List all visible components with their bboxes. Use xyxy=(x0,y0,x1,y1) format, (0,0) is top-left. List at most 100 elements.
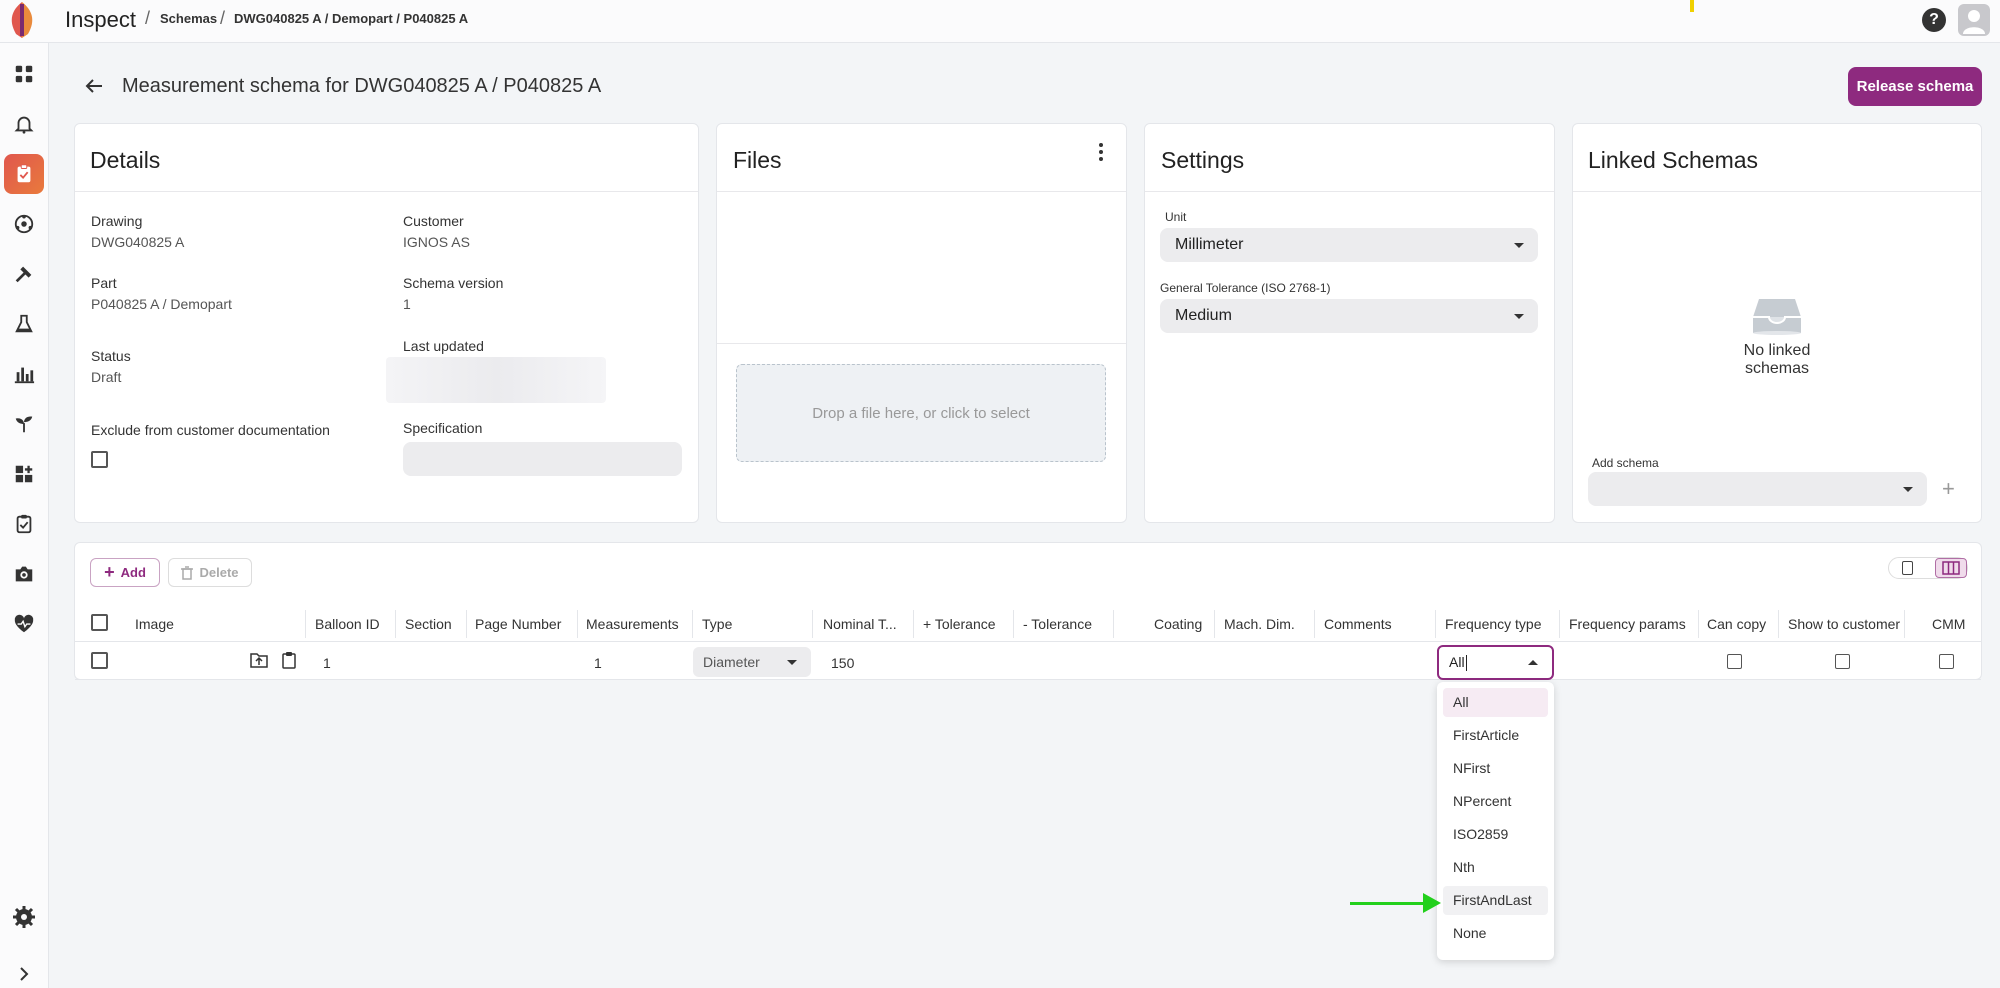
breadcrumb-current[interactable]: DWG040825 A / Demopart / P040825 A xyxy=(234,11,468,26)
column-header-balloon-id[interactable]: Balloon ID xyxy=(315,616,380,632)
files-card: Files xyxy=(716,123,1127,523)
unit-select[interactable]: Millimeter xyxy=(1160,228,1538,262)
unit-value: Millimeter xyxy=(1175,236,1244,253)
sidebar-item-health[interactable] xyxy=(4,604,44,644)
frequency-option-firstandlast[interactable]: FirstAndLast xyxy=(1443,886,1548,915)
exclude-checkbox[interactable] xyxy=(91,451,108,468)
delete-button-label: Delete xyxy=(199,565,239,580)
column-header-mach-dim[interactable]: Mach. Dim. xyxy=(1224,616,1295,632)
frequency-type-input[interactable]: All xyxy=(1437,645,1554,680)
sidebar-item-inspect[interactable] xyxy=(4,154,44,194)
app-logo-icon[interactable] xyxy=(2,0,42,40)
select-all-checkbox[interactable] xyxy=(91,614,108,631)
column-header-type[interactable]: Type xyxy=(702,616,732,632)
column-separator xyxy=(466,610,467,638)
heart-pulse-icon xyxy=(14,614,34,633)
delete-button[interactable]: Delete xyxy=(168,558,252,587)
dropdown-caret-up-icon xyxy=(1528,660,1538,665)
column-separator xyxy=(577,610,578,638)
linked-schemas-title: Linked Schemas xyxy=(1588,147,1759,173)
sidebar-item-camera[interactable] xyxy=(4,554,44,594)
tolerance-select[interactable]: Medium xyxy=(1160,299,1538,333)
show-to-customer-checkbox[interactable] xyxy=(1835,654,1850,669)
breadcrumb-schemas[interactable]: Schemas xyxy=(160,11,217,26)
column-header-show-to-customer[interactable]: Show to customer xyxy=(1788,616,1900,632)
frequency-option-all[interactable]: All xyxy=(1443,688,1548,717)
column-header-plus-tolerance[interactable]: + Tolerance xyxy=(923,616,996,632)
frequency-option-none[interactable]: None xyxy=(1443,919,1548,948)
column-header-nominal[interactable]: Nominal T... xyxy=(823,616,897,632)
dropdown-caret-icon xyxy=(1903,487,1913,492)
balloon-id-cell[interactable]: 1 xyxy=(323,655,331,671)
column-header-frequency-type[interactable]: Frequency type xyxy=(1445,616,1542,632)
chevron-right-icon[interactable] xyxy=(12,962,36,986)
breadcrumb-separator: / xyxy=(145,8,151,28)
column-header-cmm[interactable]: CMM xyxy=(1932,616,1965,632)
column-separator xyxy=(1778,610,1779,638)
column-view-icon[interactable] xyxy=(1935,558,1967,578)
frequency-option-nfirst[interactable]: NFirst xyxy=(1443,754,1548,783)
measurements-cell[interactable]: 1 xyxy=(594,655,602,671)
column-separator xyxy=(1698,610,1699,638)
more-vertical-icon[interactable] xyxy=(1098,142,1104,162)
column-header-page-number[interactable]: Page Number xyxy=(475,616,561,632)
avatar[interactable] xyxy=(1958,4,1990,36)
column-header-coating[interactable]: Coating xyxy=(1154,616,1202,632)
row-divider xyxy=(75,679,1981,680)
upload-folder-icon[interactable] xyxy=(250,652,268,668)
nominal-cell[interactable]: 150 xyxy=(831,655,854,671)
column-header-comments[interactable]: Comments xyxy=(1324,616,1392,632)
column-header-measurements[interactable]: Measurements xyxy=(586,616,679,632)
can-copy-checkbox[interactable] xyxy=(1727,654,1742,669)
breadcrumb-separator: / xyxy=(220,8,226,28)
file-dropzone[interactable]: Drop a file here, or click to select xyxy=(736,364,1106,462)
frequency-option-iso2859[interactable]: ISO2859 xyxy=(1443,820,1548,849)
column-separator xyxy=(1214,610,1215,638)
divider xyxy=(75,191,698,192)
sidebar-item-analytics[interactable] xyxy=(4,354,44,394)
sidebar-item-tools[interactable] xyxy=(4,254,44,294)
column-header-minus-tolerance[interactable]: - Tolerance xyxy=(1023,616,1092,632)
indicator-mark xyxy=(1690,0,1694,12)
gear-icon[interactable] xyxy=(12,905,36,929)
cmm-checkbox[interactable] xyxy=(1939,654,1954,669)
sidebar-item-checklists[interactable] xyxy=(4,504,44,544)
part-label: Part xyxy=(91,275,117,291)
sidebar-item-lab[interactable] xyxy=(4,304,44,344)
add-schema-label: Add schema xyxy=(1592,456,1659,470)
sidebar-item-network[interactable] xyxy=(4,204,44,244)
sprout-icon xyxy=(15,416,33,433)
tolerance-value: Medium xyxy=(1175,307,1232,324)
add-button[interactable]: + Add xyxy=(90,558,160,587)
column-header-section[interactable]: Section xyxy=(405,616,452,632)
frequency-option-firstarticle[interactable]: FirstArticle xyxy=(1443,721,1548,750)
sidebar-item-add-widget[interactable] xyxy=(4,454,44,494)
type-select[interactable]: Diameter xyxy=(693,647,811,677)
network-icon xyxy=(14,214,34,234)
release-schema-button[interactable]: Release schema xyxy=(1848,67,1982,106)
column-header-image[interactable]: Image xyxy=(135,616,174,632)
sidebar-item-dashboard[interactable] xyxy=(4,54,44,94)
inbox-empty-icon xyxy=(1753,299,1801,335)
status-label: Status xyxy=(91,348,131,364)
column-header-can-copy[interactable]: Can copy xyxy=(1707,616,1766,632)
last-updated-value-redacted xyxy=(386,357,606,403)
specification-input[interactable] xyxy=(403,442,682,476)
row-checkbox[interactable] xyxy=(91,652,108,669)
single-view-icon[interactable] xyxy=(1902,561,1913,575)
sidebar-item-sustainability[interactable] xyxy=(4,404,44,444)
paste-icon[interactable] xyxy=(281,651,297,669)
frequency-option-npercent[interactable]: NPercent xyxy=(1443,787,1548,816)
help-icon[interactable]: ? xyxy=(1922,8,1946,32)
divider xyxy=(1573,191,1981,192)
frequency-type-value: All xyxy=(1449,654,1465,670)
frequency-option-nth[interactable]: Nth xyxy=(1443,853,1548,882)
add-schema-select[interactable] xyxy=(1588,472,1927,506)
column-separator xyxy=(1435,610,1436,638)
back-arrow-icon[interactable] xyxy=(82,74,106,98)
plus-icon[interactable]: + xyxy=(1942,476,1955,502)
plus-icon: + xyxy=(104,562,115,582)
sidebar-item-notifications[interactable] xyxy=(4,104,44,144)
column-header-frequency-params[interactable]: Frequency params xyxy=(1569,616,1686,632)
app-title: Inspect xyxy=(65,7,136,32)
